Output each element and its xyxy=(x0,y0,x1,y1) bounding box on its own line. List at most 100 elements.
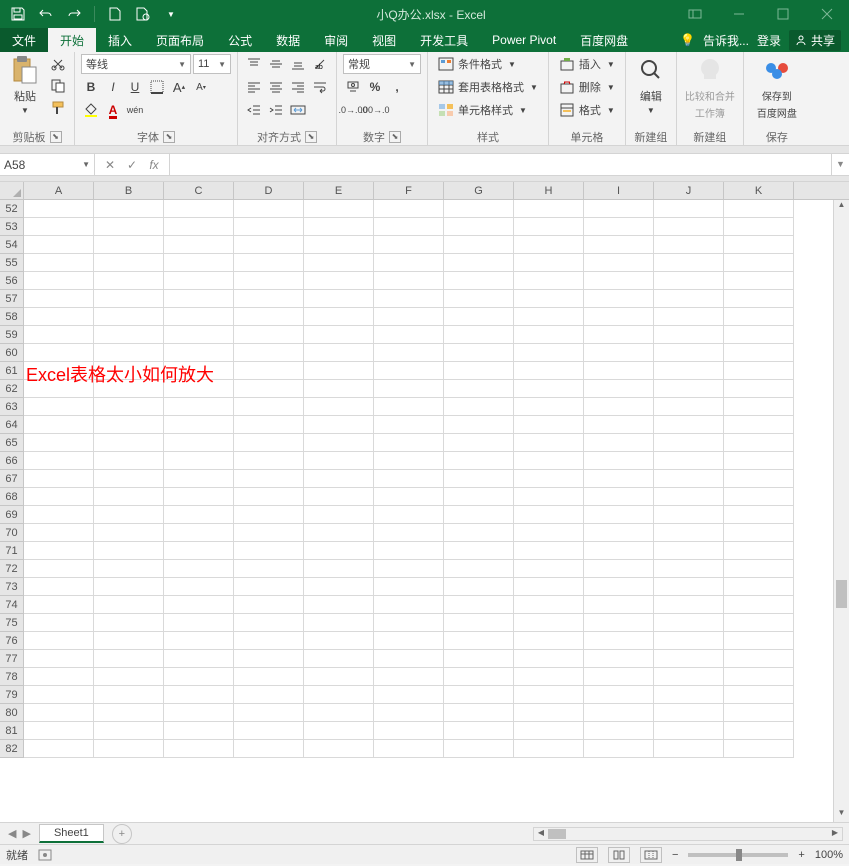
number-format-combo[interactable]: 常规▼ xyxy=(343,54,421,74)
cell[interactable] xyxy=(514,218,584,236)
tab-insert[interactable]: 插入 xyxy=(96,28,144,52)
compare-merge-button[interactable]: 比较和合并 工作簿 xyxy=(683,54,737,120)
wrap-text-icon[interactable] xyxy=(310,77,330,97)
cell[interactable] xyxy=(164,344,234,362)
cell[interactable] xyxy=(94,236,164,254)
cell[interactable] xyxy=(164,218,234,236)
column-header[interactable]: G xyxy=(444,182,514,199)
cell[interactable] xyxy=(444,632,514,650)
cancel-formula-icon[interactable]: ✕ xyxy=(101,158,119,172)
cell[interactable] xyxy=(584,524,654,542)
worksheet-grid[interactable]: ABCDEFGHIJK 5253545556575859606162636465… xyxy=(0,182,849,822)
enter-formula-icon[interactable]: ✓ xyxy=(123,158,141,172)
cell[interactable] xyxy=(724,704,794,722)
cell[interactable] xyxy=(24,398,94,416)
cell[interactable] xyxy=(94,326,164,344)
merge-center-icon[interactable] xyxy=(288,100,308,120)
cell[interactable] xyxy=(94,200,164,218)
row-header[interactable]: 58 xyxy=(0,308,24,326)
clipboard-launcher[interactable]: ⬊ xyxy=(50,131,62,143)
row-header[interactable]: 59 xyxy=(0,326,24,344)
cell[interactable] xyxy=(304,596,374,614)
cell[interactable] xyxy=(304,722,374,740)
cell[interactable] xyxy=(24,632,94,650)
cell[interactable] xyxy=(164,578,234,596)
cell[interactable] xyxy=(164,398,234,416)
cell[interactable] xyxy=(164,704,234,722)
cell[interactable] xyxy=(94,344,164,362)
cell[interactable] xyxy=(234,200,304,218)
cell[interactable] xyxy=(654,488,724,506)
cell[interactable] xyxy=(24,524,94,542)
page-break-view-icon[interactable] xyxy=(640,847,662,863)
cell[interactable] xyxy=(514,686,584,704)
cell[interactable] xyxy=(94,560,164,578)
cell[interactable] xyxy=(584,614,654,632)
row-header[interactable]: 69 xyxy=(0,506,24,524)
row-header[interactable]: 57 xyxy=(0,290,24,308)
column-header[interactable]: K xyxy=(724,182,794,199)
cell[interactable] xyxy=(304,254,374,272)
row-header[interactable]: 64 xyxy=(0,416,24,434)
cell[interactable] xyxy=(374,452,444,470)
cell[interactable] xyxy=(374,632,444,650)
cell[interactable] xyxy=(444,290,514,308)
row-header[interactable]: 79 xyxy=(0,686,24,704)
cell[interactable] xyxy=(374,542,444,560)
cell[interactable] xyxy=(584,218,654,236)
cell[interactable] xyxy=(584,740,654,758)
cell[interactable] xyxy=(24,668,94,686)
cell[interactable] xyxy=(584,488,654,506)
cell[interactable] xyxy=(584,236,654,254)
cell[interactable] xyxy=(654,434,724,452)
font-launcher[interactable]: ⬊ xyxy=(163,131,175,143)
cell[interactable] xyxy=(514,452,584,470)
cell[interactable] xyxy=(24,488,94,506)
cell[interactable] xyxy=(304,578,374,596)
cell[interactable] xyxy=(654,524,724,542)
maximize-icon[interactable] xyxy=(761,0,805,28)
row-header[interactable]: 52 xyxy=(0,200,24,218)
cell[interactable] xyxy=(24,470,94,488)
cell-styles-button[interactable]: 单元格样式▼ xyxy=(434,100,542,120)
cell[interactable] xyxy=(584,632,654,650)
cell[interactable] xyxy=(304,416,374,434)
cell[interactable] xyxy=(234,380,304,398)
cell[interactable] xyxy=(444,344,514,362)
italic-button[interactable]: I xyxy=(103,77,123,97)
cell[interactable] xyxy=(444,308,514,326)
row-header[interactable]: 65 xyxy=(0,434,24,452)
cell[interactable] xyxy=(444,470,514,488)
cell[interactable] xyxy=(94,614,164,632)
cell[interactable] xyxy=(234,236,304,254)
cell[interactable] xyxy=(724,560,794,578)
cell[interactable] xyxy=(24,740,94,758)
cell[interactable] xyxy=(514,488,584,506)
decrease-font-icon[interactable]: A▾ xyxy=(191,77,211,97)
cell[interactable] xyxy=(724,578,794,596)
tab-review[interactable]: 审阅 xyxy=(312,28,360,52)
cell[interactable] xyxy=(164,596,234,614)
cell[interactable] xyxy=(304,380,374,398)
zoom-in-button[interactable]: + xyxy=(798,849,804,861)
cell[interactable] xyxy=(444,362,514,380)
cell[interactable] xyxy=(24,434,94,452)
bold-button[interactable]: B xyxy=(81,77,101,97)
cell[interactable] xyxy=(514,254,584,272)
cell[interactable] xyxy=(724,290,794,308)
cell[interactable] xyxy=(164,236,234,254)
decrease-decimal-icon[interactable]: .00→.0 xyxy=(365,100,385,120)
cell[interactable] xyxy=(584,578,654,596)
cell[interactable] xyxy=(164,560,234,578)
cell[interactable] xyxy=(234,704,304,722)
new-icon[interactable] xyxy=(103,2,127,26)
cell[interactable] xyxy=(444,272,514,290)
cell[interactable] xyxy=(94,650,164,668)
cell[interactable] xyxy=(584,380,654,398)
cell[interactable] xyxy=(304,506,374,524)
cell[interactable] xyxy=(374,434,444,452)
cell[interactable] xyxy=(374,362,444,380)
cell[interactable] xyxy=(654,650,724,668)
tab-view[interactable]: 视图 xyxy=(360,28,408,52)
cell[interactable] xyxy=(654,452,724,470)
